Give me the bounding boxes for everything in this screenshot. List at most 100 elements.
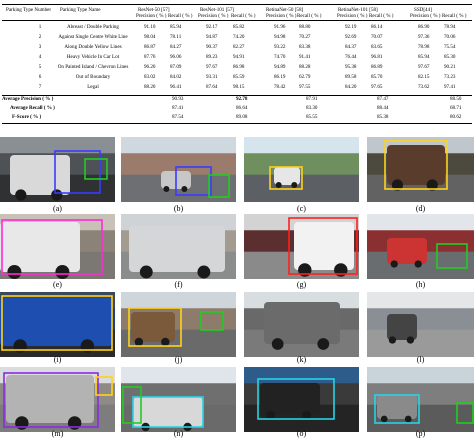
table-cell-value: 93.22	[274, 44, 286, 50]
photo-d	[367, 137, 474, 202]
table-cell-value: 86.19	[274, 74, 286, 80]
vehicle	[131, 312, 175, 342]
table-cell-value: 73.62	[418, 84, 430, 90]
table-cell-value: 86.87	[144, 44, 156, 50]
subfigure-caption: (j)	[174, 355, 183, 364]
street-scene	[121, 292, 236, 357]
vehicle	[0, 298, 112, 346]
table-cell-value: 93.31	[206, 74, 218, 80]
table-cell-value: 92.19	[345, 24, 357, 30]
table-cell-value: 84.27	[170, 44, 182, 50]
table-cell-value: 96.06	[170, 54, 182, 60]
table-cell-value: 85.82	[233, 24, 245, 30]
table-cell-value: 94.89	[274, 64, 286, 70]
table-cell-value: 97.65	[371, 84, 383, 90]
summary-value: 85.38	[377, 114, 389, 120]
wheel	[139, 265, 153, 279]
vehicle	[387, 145, 445, 185]
table-cell-value: 62.79	[299, 74, 311, 80]
street-scene	[367, 214, 474, 279]
table-header-rule	[2, 20, 472, 21]
wheel	[275, 182, 282, 188]
table-bottom-rule	[2, 123, 472, 124]
vehicle	[294, 222, 354, 270]
table-cell-value: 86.14	[371, 24, 383, 30]
row-type-name: Abreast / Double Parking	[67, 24, 119, 30]
subfigure-caption: (c)	[297, 204, 306, 213]
table-cell-value: 91.10	[144, 24, 156, 30]
row-type-name: On Painted Island / Chevron Lines	[57, 64, 129, 70]
wheel	[55, 265, 70, 279]
subfigure-caption: (l)	[416, 355, 425, 364]
subfigure-caption: (o)	[296, 429, 307, 438]
wheel	[51, 189, 63, 201]
photo-g	[244, 214, 359, 279]
table-cell-value: 90.37	[206, 44, 218, 50]
wheel	[291, 182, 298, 188]
wheel	[388, 336, 397, 344]
subfigure-caption: (f)	[174, 280, 183, 289]
wheel	[161, 337, 170, 347]
street-scene	[121, 214, 236, 279]
vehicle	[133, 397, 203, 427]
subfigure-caption: (p)	[415, 429, 426, 438]
table-cell-value: 91.96	[274, 24, 286, 30]
row-type-name: Along Double Yellow Lines	[64, 44, 122, 50]
street-scene	[367, 137, 474, 202]
precision-header: Precision ( % )	[337, 13, 368, 19]
wheel	[197, 265, 211, 279]
table-cell-value: 75.54	[444, 44, 456, 50]
wheel	[406, 336, 415, 344]
subfigure-caption: (a)	[53, 204, 62, 213]
table-top-rule	[2, 4, 472, 5]
table-cell-value: 98.15	[233, 84, 245, 90]
summary-value: 88.50	[450, 96, 462, 102]
photo-j	[121, 292, 236, 357]
table-cell-value: 88.20	[144, 84, 156, 90]
row-type-name: Out of Boundary	[75, 74, 111, 80]
table-cell-value: 95.38	[345, 64, 357, 70]
table-cell-value: 84.37	[345, 44, 357, 50]
photo-h	[367, 214, 474, 279]
photo-f	[121, 214, 236, 279]
summary-value: 89.08	[236, 114, 248, 120]
vehicle	[264, 302, 340, 344]
row-type-number: 6	[38, 74, 42, 80]
wheel	[317, 338, 330, 350]
table-cell-value: 85.30	[444, 54, 456, 60]
subfigure-caption: (n)	[173, 429, 184, 438]
table-cell-value: 97.55	[299, 84, 311, 90]
recall-header: Recall ( % )	[442, 13, 467, 19]
wheel	[271, 338, 284, 350]
street-scene	[244, 214, 359, 279]
photo-e	[0, 214, 115, 279]
wheel	[414, 260, 422, 268]
photo-m	[0, 367, 115, 432]
street-scene	[244, 292, 359, 357]
vehicle	[387, 314, 417, 340]
table-cell-value: 73.23	[444, 74, 456, 80]
table-cell-value: 70.27	[299, 34, 311, 40]
street-scene	[121, 367, 236, 432]
table-cell-value: 98.04	[144, 34, 156, 40]
vehicle	[6, 375, 94, 423]
table-cell-value: 86.98	[233, 64, 245, 70]
table-cell-value: 87.09	[170, 64, 182, 70]
vehicle	[129, 226, 225, 272]
summary-value: 92.78	[236, 96, 248, 102]
photo-a	[0, 137, 115, 202]
summary-value: 86.64	[236, 105, 248, 111]
table-cell-value: 88.28	[299, 64, 311, 70]
street-scene	[0, 367, 115, 432]
table-cell-value: 70.07	[371, 34, 383, 40]
row-type-number: 2	[38, 34, 42, 40]
wheel	[390, 260, 398, 268]
precision-header: Precision ( % )	[266, 13, 297, 19]
subfigure-caption: (b)	[173, 204, 184, 213]
summary-value: 87.54	[172, 114, 184, 120]
table-cell-value: 85.59	[233, 74, 245, 80]
summary-value: 87.41	[172, 105, 184, 111]
summary-value: 85.55	[306, 114, 318, 120]
row-type-name: Heavy Vehicle In Car Lot	[66, 54, 120, 60]
row-type-number: 5	[38, 64, 42, 70]
